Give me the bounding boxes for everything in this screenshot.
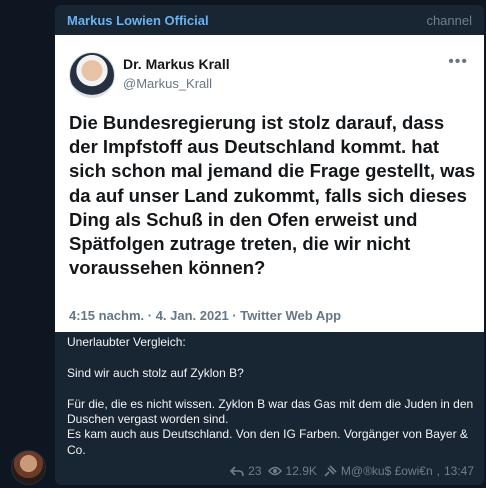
reply-icon [230, 466, 244, 477]
post-author: M@®ku$ £owi€n [340, 464, 433, 478]
message-text: Unerlaubter Vergleich: Sind wir auch sto… [67, 335, 474, 457]
eye-icon [267, 466, 282, 476]
tweet-text: Die Bundesregierung ist stolz darauf, da… [69, 112, 476, 279]
post-time: 13:47 [443, 464, 474, 478]
tweet-meta: 4:15 nachm. · 4. Jan. 2021 · Twitter Web… [69, 308, 342, 323]
replies-group[interactable]: 23 [230, 464, 262, 478]
tweet-author-avatar [69, 52, 115, 98]
message-bubble: Markus Lowien Official channel Dr. Marku… [55, 5, 484, 485]
sender-avatar[interactable] [11, 450, 46, 485]
channel-name[interactable]: Markus Lowien Official [67, 13, 209, 28]
author-group: M@®ku$ £owi€n, 13:47 [323, 464, 474, 478]
message-footer: 23 12.9K M@®ku$ £owi€n, 13:47 [230, 464, 474, 478]
chat-left-gutter [0, 0, 52, 488]
more-horizontal-icon: ••• [448, 53, 468, 70]
views-count: 12.9K [285, 464, 317, 478]
replies-count: 23 [248, 464, 262, 478]
views-group: 12.9K [267, 464, 317, 478]
channel-tag: channel [426, 12, 472, 28]
message-header: Markus Lowien Official channel [55, 5, 484, 35]
tweet-author-name: Dr. Markus Krall [123, 56, 230, 72]
pin-icon [324, 465, 337, 477]
tweet-author-handle: @Markus_Krall [123, 76, 213, 91]
tweet-screenshot[interactable]: Dr. Markus Krall @Markus_Krall ••• Die B… [55, 35, 484, 332]
